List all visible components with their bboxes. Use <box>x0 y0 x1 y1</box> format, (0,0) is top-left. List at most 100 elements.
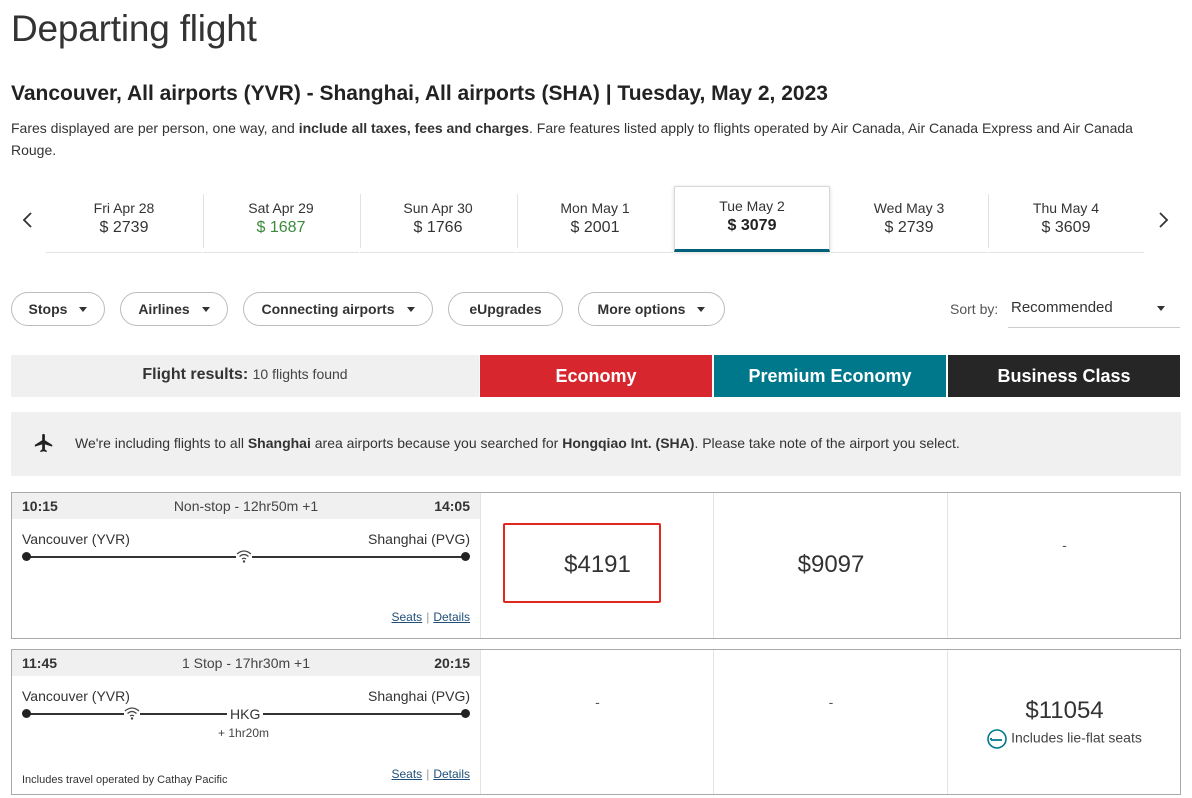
chevron-left-icon <box>22 212 32 228</box>
notice-text-3: . Please take note of the airport you se… <box>694 435 960 451</box>
divider <box>203 194 204 248</box>
caret-down-icon <box>1157 306 1165 311</box>
caret-down-icon <box>697 306 706 312</box>
airport-notice: We're including flights to all Shanghai … <box>11 412 1181 476</box>
eupgrades-filter-label: eUpgrades <box>469 301 542 317</box>
destination-dot <box>461 552 470 561</box>
arrival-time: 14:05 <box>434 498 470 514</box>
date-label: Fri Apr 28 <box>93 200 155 216</box>
sort-value: Recommended <box>1011 299 1113 316</box>
caret-down-icon <box>201 306 210 312</box>
premium-economy-unavailable: - <box>828 694 834 710</box>
date-option-mon-may-1[interactable]: Mon May 1 $ 2001 <box>517 190 673 253</box>
more-options-button[interactable]: More options <box>578 292 725 326</box>
more-options-label: More options <box>597 301 686 317</box>
seats-link[interactable]: Seats <box>392 767 423 781</box>
flight-header: 11:45 1 Stop - 17hr30m +1 20:15 <box>12 650 480 676</box>
date-label: Thu May 4 <box>1032 200 1100 216</box>
notice-city: Shanghai <box>247 435 311 451</box>
destination-airport: Shanghai (PVG) <box>368 688 470 704</box>
date-option-thu-may-4[interactable]: Thu May 4 $ 3609 <box>988 190 1144 253</box>
date-label: Mon May 1 <box>560 200 630 216</box>
origin-dot <box>22 709 31 718</box>
fare-note-bold: include all taxes, fees and charges <box>298 120 530 136</box>
premium-economy-fare-cell[interactable]: $9097 <box>713 493 948 638</box>
cabin-header-economy[interactable]: Economy <box>480 355 712 397</box>
business-fare-cell[interactable]: $11054 Includes lie-flat seats <box>947 650 1181 794</box>
date-price: $ 1687 <box>256 219 306 236</box>
economy-price: $4191 <box>564 551 631 578</box>
caret-down-icon <box>406 306 415 312</box>
date-price: $ 3609 <box>1041 219 1091 236</box>
eupgrades-filter-button[interactable]: eUpgrades <box>448 292 563 326</box>
details-link[interactable]: Details <box>433 767 470 781</box>
destination-dot <box>461 709 470 718</box>
date-price: $ 1766 <box>413 219 463 236</box>
economy-fare-cell[interactable]: $4191 <box>480 493 714 638</box>
premium-economy-price: $9097 <box>797 551 865 578</box>
flight-info: 11:45 1 Stop - 17hr30m +1 20:15 Vancouve… <box>12 650 480 794</box>
arrival-time: 20:15 <box>434 655 470 671</box>
results-label: Flight results: <box>142 366 249 383</box>
date-option-sun-apr-30[interactable]: Sun Apr 30 $ 1766 <box>360 190 516 253</box>
details-link[interactable]: Details <box>433 610 470 624</box>
results-count: 10 flights found <box>252 366 348 382</box>
divider: | <box>426 767 430 781</box>
lie-flat-note: Includes lie-flat seats <box>948 729 1181 749</box>
cabin-header-business-class[interactable]: Business Class <box>948 355 1180 397</box>
date-option-wed-may-3[interactable]: Wed May 3 $ 2739 <box>831 190 987 253</box>
origin-dot <box>22 552 31 561</box>
economy-unavailable: - <box>595 694 600 710</box>
notice-airport: Hongqiao Int. (SHA) <box>562 435 695 451</box>
economy-fare-cell: - <box>480 650 714 794</box>
flight-results-header: Flight results: 10 flights found <box>11 355 479 397</box>
airlines-filter-button[interactable]: Airlines <box>120 292 228 326</box>
airlines-filter-label: Airlines <box>138 301 190 317</box>
connection-airport: HKG <box>227 706 264 722</box>
date-strip: Fri Apr 28 $ 2739 Sat Apr 29 $ 1687 Sun … <box>10 186 1182 256</box>
previous-dates-button[interactable] <box>16 208 40 232</box>
fare-note: Fares displayed are per person, one way,… <box>11 117 1176 161</box>
divider: | <box>426 610 430 624</box>
origin-airport: Vancouver (YVR) <box>22 688 130 704</box>
date-label: Wed May 3 <box>873 200 945 216</box>
business-fare-cell: - <box>947 493 1181 638</box>
lie-flat-seat-icon <box>987 729 1007 749</box>
flight-duration: Non-stop - 12hr50m +1 <box>173 498 319 514</box>
date-price: $ 2739 <box>884 219 934 236</box>
caret-down-icon <box>79 306 88 312</box>
lie-flat-text: Includes lie-flat seats <box>1011 729 1142 746</box>
stops-filter-label: Stops <box>28 301 68 317</box>
date-option-sat-apr-29[interactable]: Sat Apr 29 $ 1687 <box>203 190 359 253</box>
page-title: Departing flight <box>11 8 257 49</box>
route-summary: Vancouver, All airports (YVR) - Shanghai… <box>11 82 828 105</box>
seats-link[interactable]: Seats <box>392 610 423 624</box>
premium-economy-fare-cell: - <box>713 650 948 794</box>
date-option-tue-may-2[interactable]: Tue May 2 $ 3079 <box>674 186 830 252</box>
wifi-icon <box>236 549 252 563</box>
connecting-airports-filter-label: Connecting airports <box>261 301 395 317</box>
notice-text-1: We're including flights to all <box>75 435 248 451</box>
flight-info: 10:15 Non-stop - 12hr50m +1 14:05 Vancou… <box>12 493 480 638</box>
connecting-airports-filter-button[interactable]: Connecting airports <box>243 292 433 326</box>
date-option-fri-apr-28[interactable]: Fri Apr 28 $ 2739 <box>46 190 202 253</box>
flight-links: Seats | Details <box>392 767 471 781</box>
airplane-icon <box>34 433 53 453</box>
next-dates-button[interactable] <box>1151 208 1175 232</box>
notice-text: We're including flights to all Shanghai … <box>75 435 960 451</box>
flight-row: 10:15 Non-stop - 12hr50m +1 14:05 Vancou… <box>11 492 1181 639</box>
date-price: $ 2001 <box>570 219 620 236</box>
operated-by-note: Includes travel operated by Cathay Pacif… <box>22 774 228 786</box>
stops-filter-button[interactable]: Stops <box>11 292 105 326</box>
flight-header: 10:15 Non-stop - 12hr50m +1 14:05 <box>12 493 480 519</box>
cabin-header-premium-economy[interactable]: Premium Economy <box>714 355 946 397</box>
sort-select[interactable]: Recommended <box>1008 290 1180 328</box>
date-label: Tue May 2 <box>719 198 785 214</box>
flight-links: Seats | Details <box>392 610 471 624</box>
notice-text-2: area airports because you searched for <box>310 435 563 451</box>
date-label: Sat Apr 29 <box>248 200 314 216</box>
divider <box>988 194 989 248</box>
date-price: $ 3079 <box>727 217 777 234</box>
fare-note-text: Fares displayed are per person, one way,… <box>11 120 299 136</box>
origin-airport: Vancouver (YVR) <box>22 531 130 547</box>
